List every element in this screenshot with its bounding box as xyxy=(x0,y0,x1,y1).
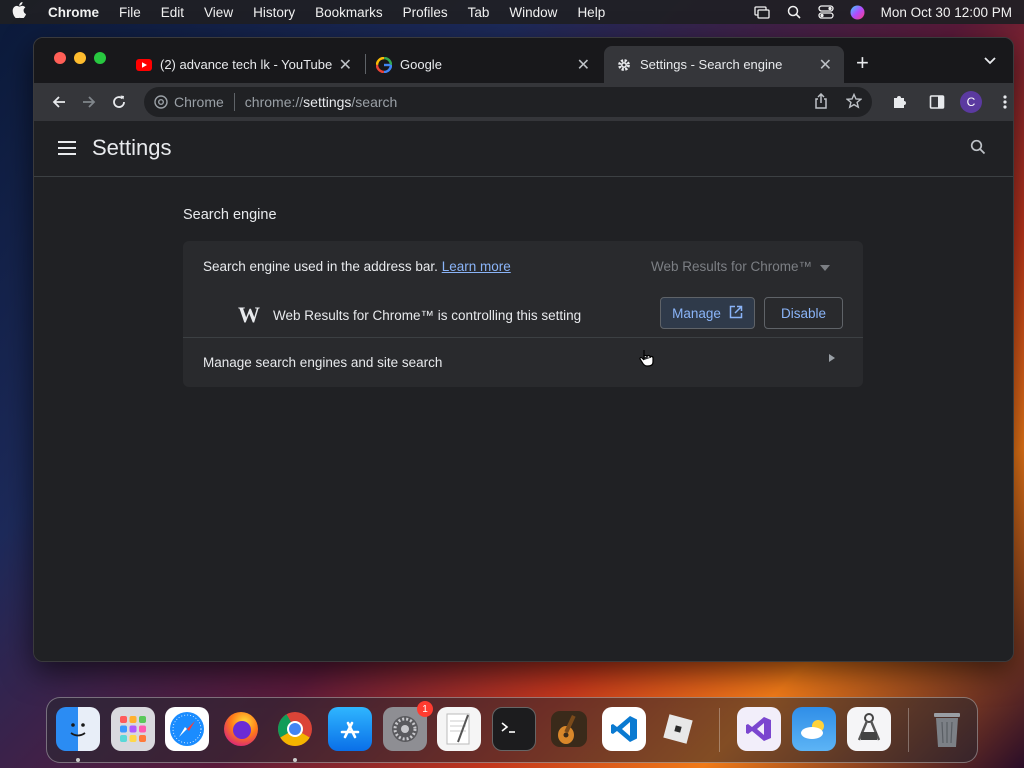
open-in-new-icon xyxy=(729,305,743,322)
divider xyxy=(183,337,863,338)
extensions-puzzle-icon[interactable] xyxy=(884,87,914,117)
new-tab-icon[interactable]: + xyxy=(856,50,869,76)
roblox-icon[interactable] xyxy=(656,707,700,751)
dropdown-arrow-icon xyxy=(820,259,831,274)
chevron-right-icon[interactable] xyxy=(829,354,835,365)
manage-search-engines-link[interactable]: Manage search engines and site search xyxy=(203,355,442,370)
finder-running-indicator xyxy=(76,758,80,762)
control-center-icon[interactable] xyxy=(817,5,835,19)
manage-extension-button[interactable]: Manage xyxy=(660,297,755,329)
back-arrow-icon[interactable] xyxy=(44,87,74,117)
app-store-icon[interactable] xyxy=(328,707,372,751)
extension-control-row: W Web Results for Chrome™ is controlling… xyxy=(237,302,582,327)
tab-strip: (2) advance tech lk - YouTube ✕ Google ✕… xyxy=(34,38,1013,83)
browser-window: (2) advance tech lk - YouTube ✕ Google ✕… xyxy=(33,37,1014,662)
trash-icon[interactable] xyxy=(925,707,969,751)
terminal-icon[interactable] xyxy=(492,707,536,751)
tab-youtube[interactable]: (2) advance tech lk - YouTube ✕ xyxy=(124,46,364,83)
visual-studio-icon[interactable] xyxy=(737,707,781,751)
chrome-logo-icon xyxy=(154,95,168,109)
reload-icon[interactable] xyxy=(104,87,134,117)
address-bar-engine-label: Search engine used in the address bar. xyxy=(203,259,438,274)
dock-separator xyxy=(719,708,720,752)
zoom-window-button[interactable] xyxy=(94,52,106,64)
toolbar-right: C xyxy=(884,87,1013,117)
finder-icon[interactable] xyxy=(56,707,100,751)
close-tab-icon[interactable]: ✕ xyxy=(577,55,590,75)
vscode-icon[interactable] xyxy=(602,707,646,751)
menu-profiles[interactable]: Profiles xyxy=(403,5,448,20)
apple-icon[interactable] xyxy=(12,2,32,22)
menu-app-name[interactable]: Chrome xyxy=(48,5,99,20)
launchpad-icon[interactable] xyxy=(111,707,155,751)
tab-settings[interactable]: Settings - Search engine ✕ xyxy=(604,46,844,83)
google-icon xyxy=(376,56,392,73)
chrome-running-indicator xyxy=(293,758,297,762)
controlling-extension-text: Web Results for Chrome™ is controlling t… xyxy=(273,307,582,323)
menubar: Chrome File Edit View History Bookmarks … xyxy=(0,0,1024,24)
tab-google[interactable]: Google ✕ xyxy=(364,46,602,83)
menu-help[interactable]: Help xyxy=(577,5,605,20)
menu-file[interactable]: File xyxy=(119,5,141,20)
instruments-icon[interactable] xyxy=(847,707,891,751)
selected-engine-value: Web Results for Chrome™ xyxy=(651,259,813,274)
mouse-cursor-icon xyxy=(639,349,655,372)
firefox-icon[interactable] xyxy=(219,707,263,751)
hamburger-menu-icon[interactable] xyxy=(58,141,76,159)
window-controls xyxy=(54,52,106,64)
address-bar-engine-row: Search engine used in the address bar. L… xyxy=(203,259,511,274)
weather-icon[interactable] xyxy=(792,707,836,751)
textedit-icon[interactable] xyxy=(437,707,481,751)
dock: 1 xyxy=(46,697,978,763)
address-bar[interactable]: Chrome chrome://settings/search xyxy=(144,87,872,117)
dock-separator xyxy=(908,708,909,752)
menu-view[interactable]: View xyxy=(204,5,233,20)
tab-search-chevron-icon[interactable] xyxy=(984,52,996,68)
settings-header: Settings xyxy=(34,121,1013,177)
spotlight-search-icon[interactable] xyxy=(785,5,803,19)
close-window-button[interactable] xyxy=(54,52,66,64)
bookmark-star-icon[interactable] xyxy=(845,92,863,112)
menu-tab[interactable]: Tab xyxy=(468,5,490,20)
gear-icon xyxy=(616,57,632,73)
browser-toolbar: Chrome chrome://settings/search C xyxy=(34,83,1013,121)
more-options-icon[interactable] xyxy=(990,87,1013,117)
minimize-window-button[interactable] xyxy=(74,52,86,64)
url-text: chrome://settings/search xyxy=(244,94,398,110)
tab-title: (2) advance tech lk - YouTube xyxy=(160,57,333,72)
youtube-icon xyxy=(136,57,152,73)
notification-badge: 1 xyxy=(417,701,433,717)
close-tab-icon[interactable]: ✕ xyxy=(339,55,352,75)
learn-more-link[interactable]: Learn more xyxy=(442,259,511,274)
site-info-chip[interactable]: Chrome xyxy=(154,93,235,111)
menu-history[interactable]: History xyxy=(253,5,295,20)
share-icon[interactable] xyxy=(814,92,828,112)
tab-title: Google xyxy=(400,57,442,72)
web-results-extension-icon: W xyxy=(238,302,260,327)
system-settings-icon[interactable]: 1 xyxy=(383,701,433,751)
menubar-clock[interactable]: Mon Oct 30 12:00 PM xyxy=(881,5,1012,20)
disable-extension-button[interactable]: Disable xyxy=(764,297,843,329)
settings-content: Search engine Search engine used in the … xyxy=(34,177,1013,661)
tab-title: Settings - Search engine xyxy=(640,57,783,72)
screen-mirroring-icon[interactable] xyxy=(753,5,771,19)
search-engine-card: Search engine used in the address bar. L… xyxy=(183,241,863,387)
page-title: Settings xyxy=(92,135,172,160)
site-chip-label: Chrome xyxy=(174,94,224,110)
safari-icon[interactable] xyxy=(165,707,209,751)
search-engine-select: Web Results for Chrome™ xyxy=(651,259,831,274)
side-panel-icon[interactable] xyxy=(922,87,952,117)
siri-icon[interactable] xyxy=(849,5,867,19)
menu-edit[interactable]: Edit xyxy=(161,5,184,20)
profile-avatar[interactable]: C xyxy=(960,91,982,113)
settings-search-icon[interactable] xyxy=(970,139,986,160)
section-title: Search engine xyxy=(183,207,277,223)
garageband-icon[interactable] xyxy=(547,707,591,751)
close-tab-icon[interactable]: ✕ xyxy=(819,55,832,75)
menu-window[interactable]: Window xyxy=(509,5,557,20)
chrome-icon[interactable] xyxy=(273,707,317,751)
menu-bookmarks[interactable]: Bookmarks xyxy=(315,5,383,20)
forward-arrow-icon[interactable] xyxy=(74,87,104,117)
